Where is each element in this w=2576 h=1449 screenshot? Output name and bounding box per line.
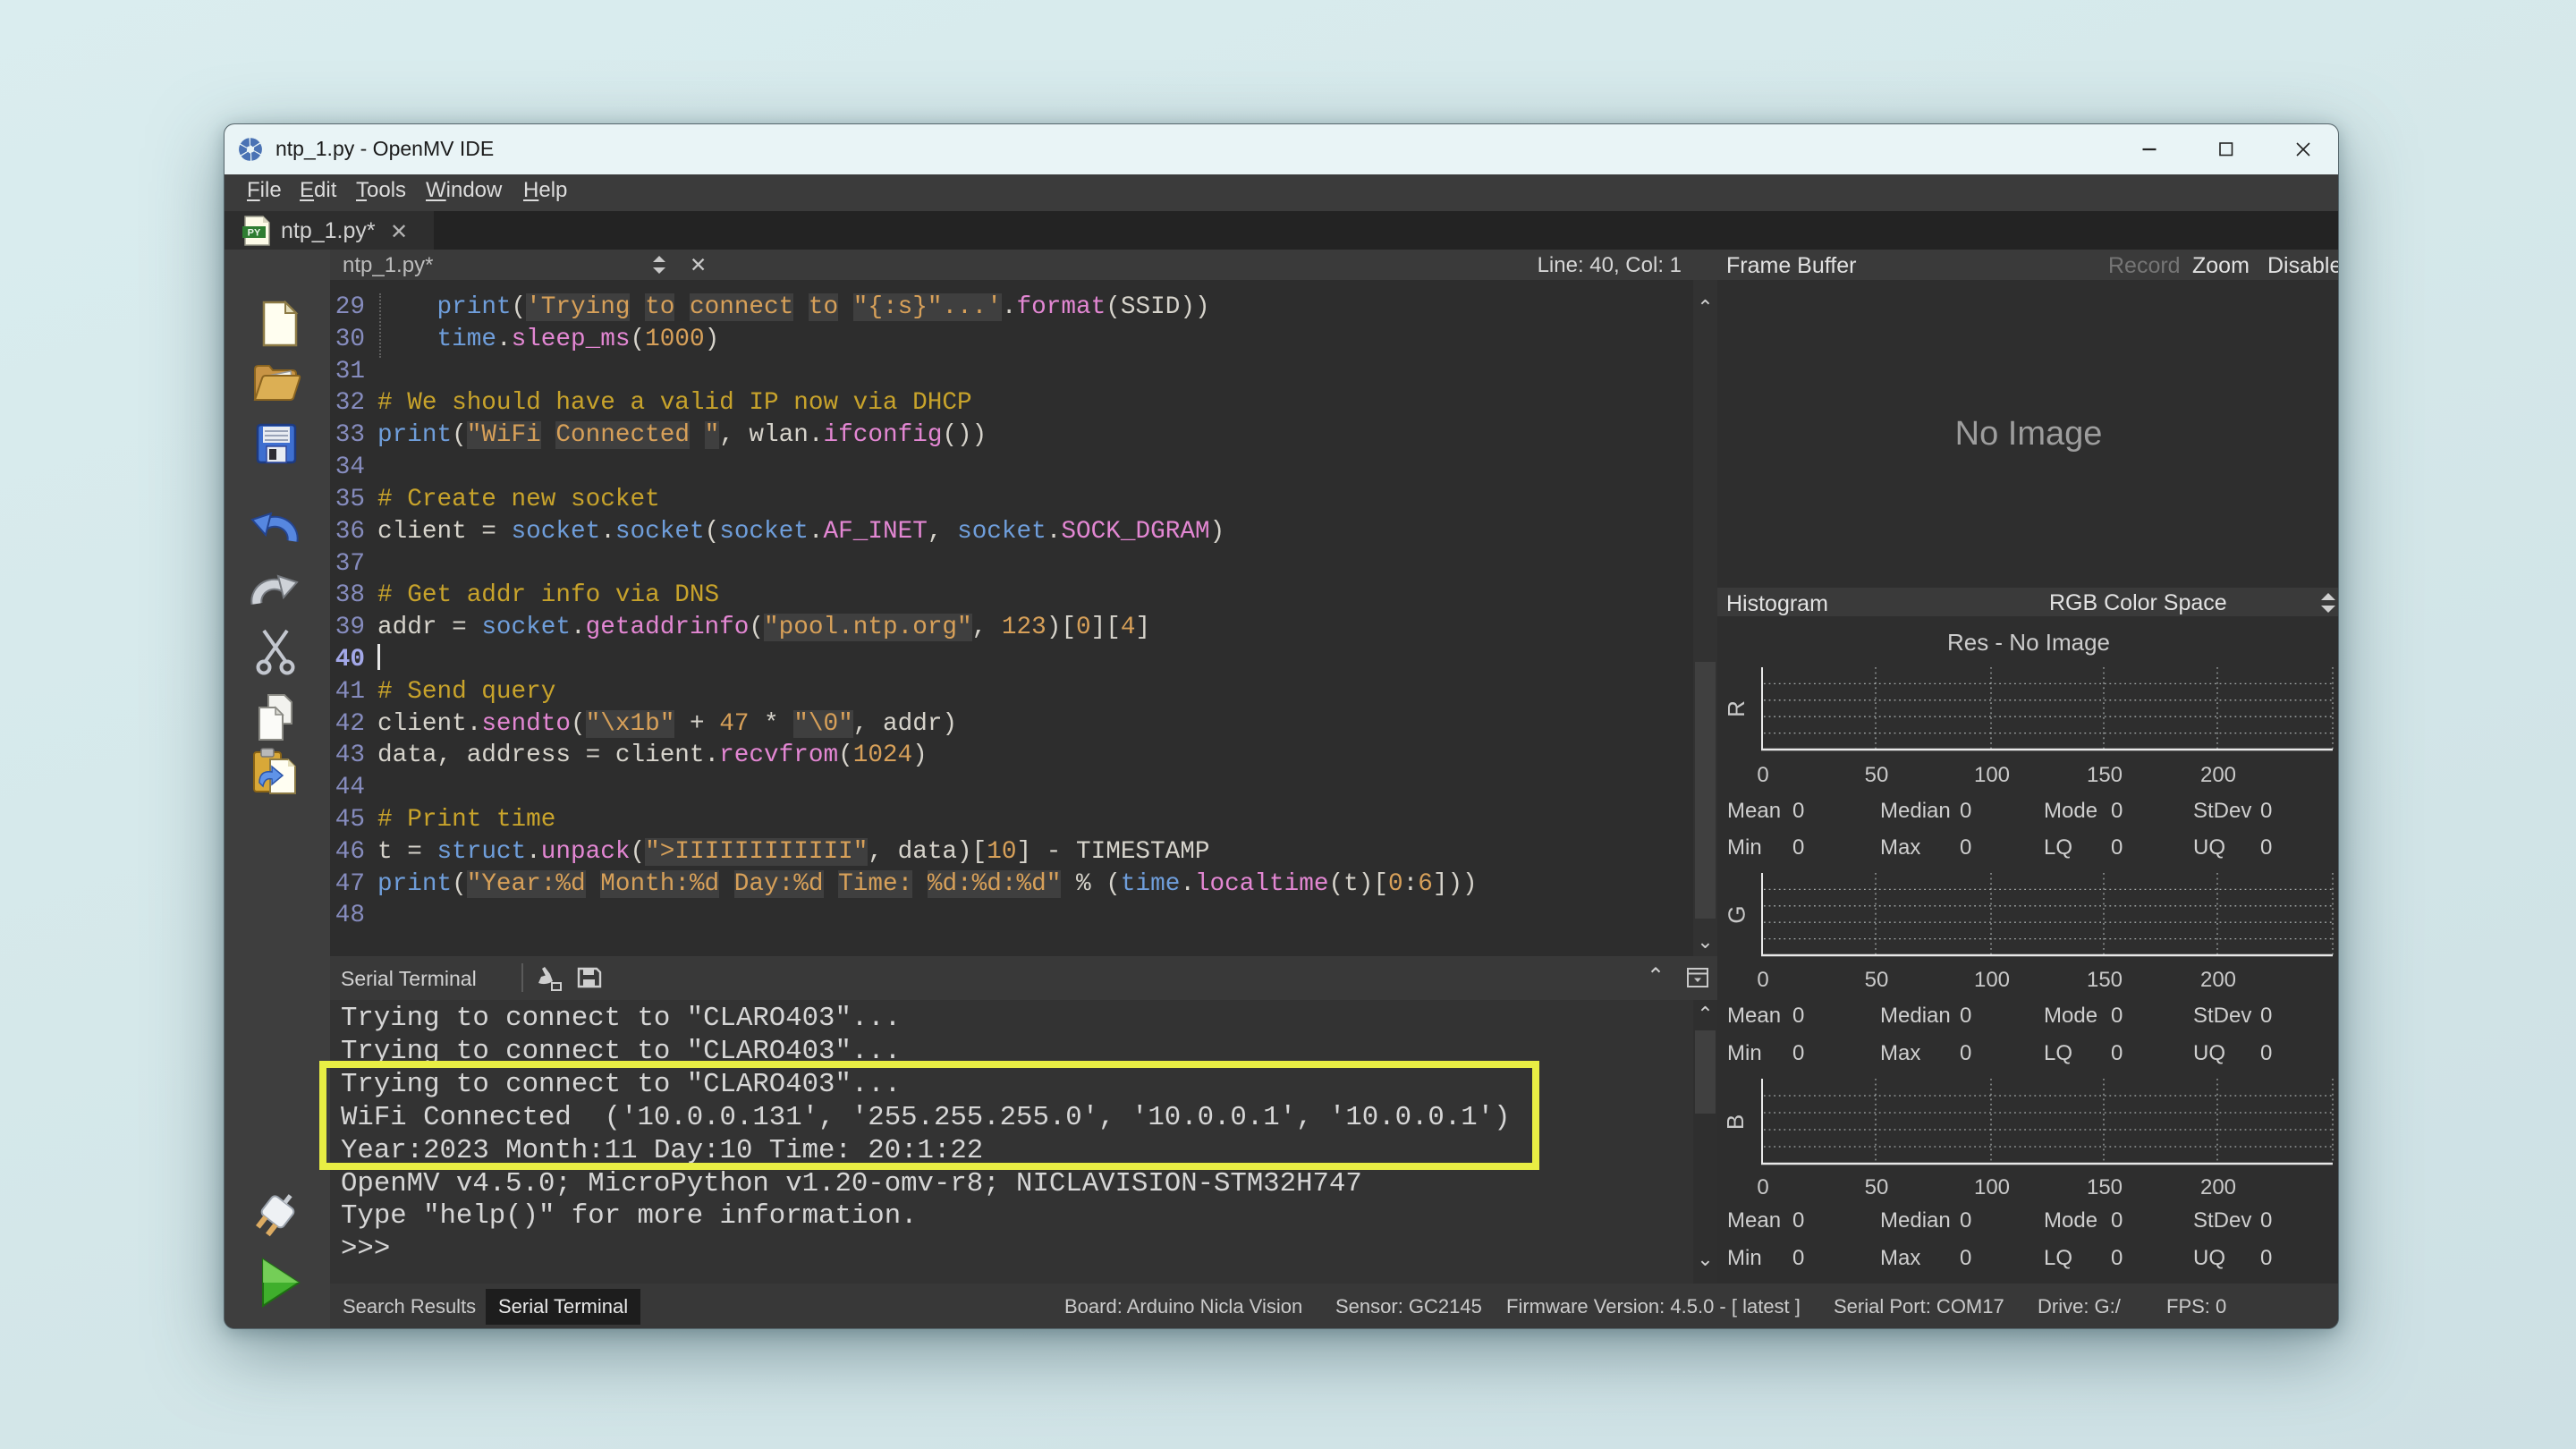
svg-text:PY: PY (248, 228, 261, 239)
